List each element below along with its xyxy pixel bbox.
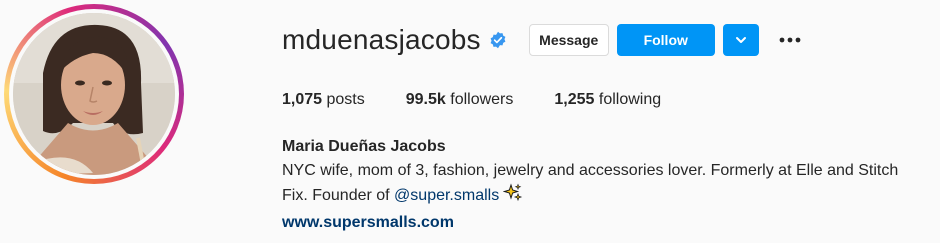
website-link[interactable]: www.supersmalls.com (282, 211, 922, 235)
full-name: Maria Dueñas Jacobs (282, 138, 446, 155)
following-label: following (598, 91, 662, 108)
more-options-icon (779, 37, 801, 43)
bio-description: NYC wife, mom of 3, fashion, jewelry and… (282, 162, 899, 204)
mention-link[interactable]: @super.smalls (394, 187, 499, 204)
sparkles-icon (503, 183, 523, 211)
profile-photo (13, 13, 175, 175)
verified-badge-icon (489, 31, 507, 49)
followers-stat[interactable]: 99.5k followers (406, 91, 514, 109)
profile-header: mduenasjacobs Message Follow (282, 18, 805, 62)
following-stat[interactable]: 1,255 following (554, 91, 661, 109)
suggested-accounts-button[interactable] (722, 24, 759, 56)
chevron-down-icon (735, 37, 746, 43)
story-ring[interactable] (4, 4, 184, 184)
followers-count: 99.5k (405, 91, 446, 108)
following-count: 1,255 (554, 91, 595, 108)
username: mduenasjacobs (282, 24, 481, 55)
message-button[interactable]: Message (528, 24, 609, 56)
posts-label: posts (326, 91, 365, 108)
profile-stats: 1,075 posts 99.5k followers 1,255 follow… (282, 91, 702, 109)
bio-text: NYC wife, mom of 3, fashion, jewelry and… (282, 159, 922, 211)
profile-bio: Maria Dueñas Jacobs NYC wife, mom of 3, … (282, 135, 922, 235)
more-options-button[interactable] (775, 24, 805, 56)
avatar[interactable] (13, 13, 175, 175)
follow-button[interactable]: Follow (616, 24, 715, 56)
avatar-ring-gap (9, 9, 179, 179)
posts-stat: 1,075 posts (282, 91, 365, 109)
posts-count: 1,075 (282, 91, 323, 108)
followers-label: followers (450, 91, 514, 108)
